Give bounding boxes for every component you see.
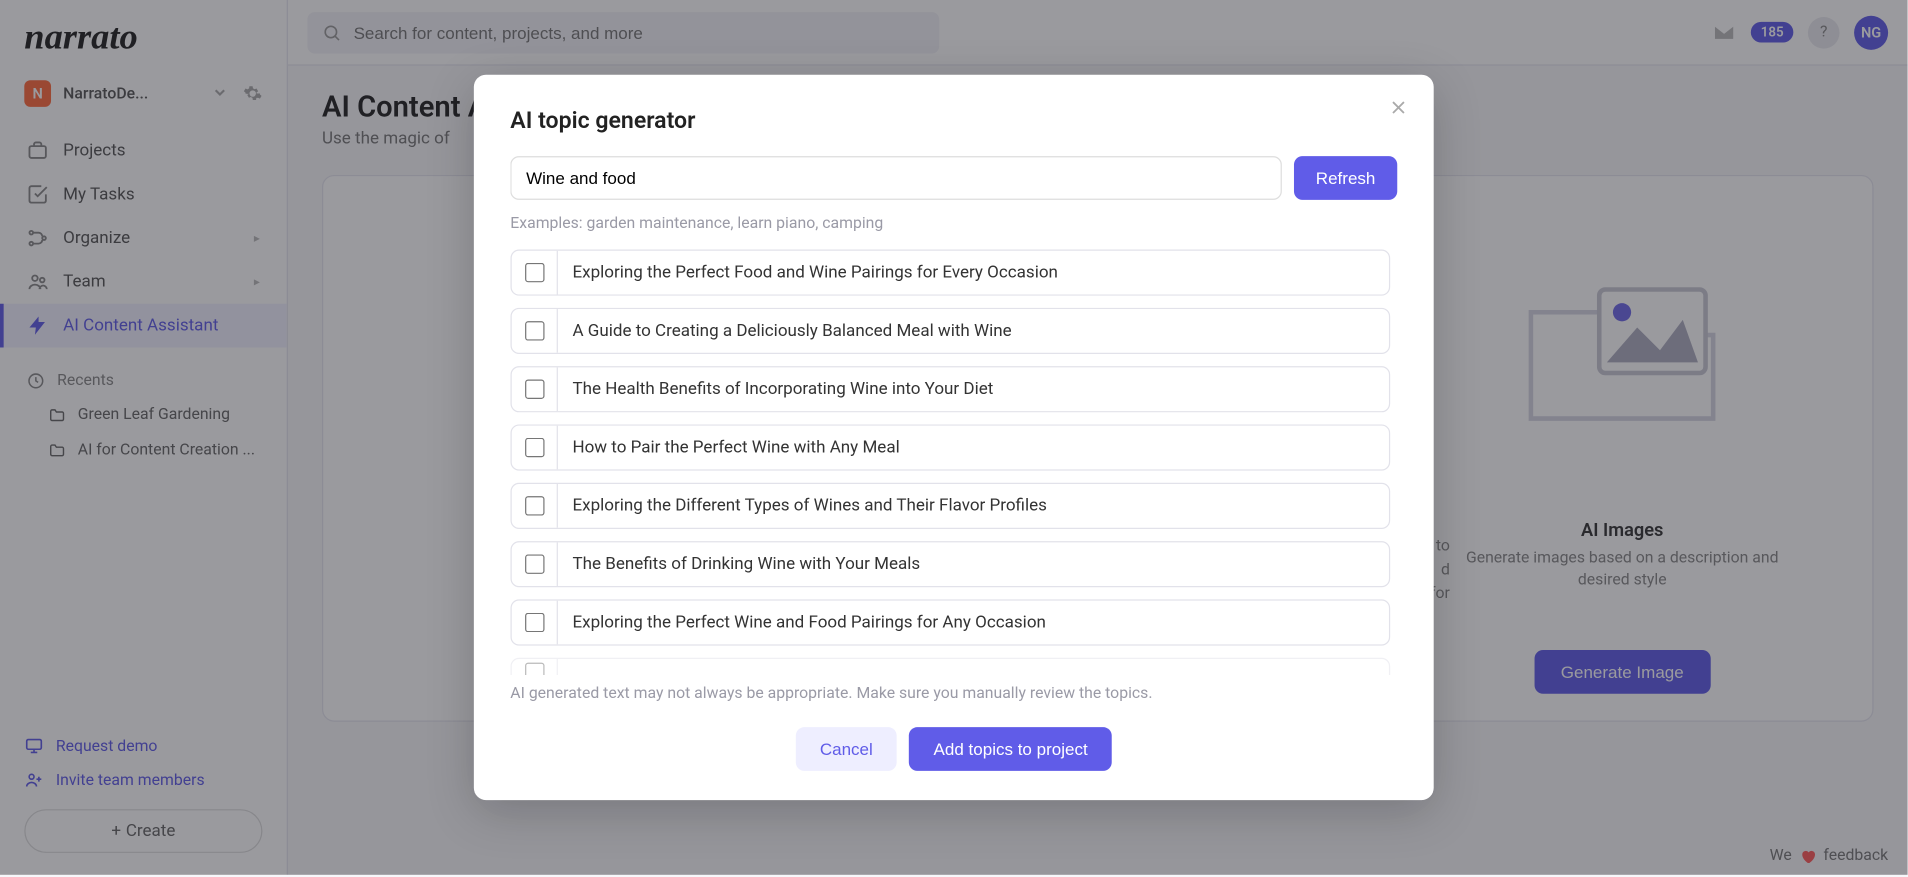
close-icon[interactable] [1383,92,1415,124]
topic-text[interactable]: Exploring the Perfect Wine and Food Pair… [558,601,1389,645]
topic-checkbox[interactable] [525,555,544,574]
topic-checkbox-wrap[interactable] [512,659,558,675]
topic-row: The Health Benefits of Incorporating Win… [510,366,1390,412]
topic-checkbox-wrap[interactable] [512,484,558,528]
topic-row: A Guide to Creating a Deliciously Balanc… [510,308,1390,354]
add-topics-button[interactable]: Add topics to project [909,727,1112,771]
topic-text[interactable] [558,659,1389,675]
topic-text[interactable]: Exploring the Different Types of Wines a… [558,484,1389,528]
refresh-button[interactable]: Refresh [1294,156,1397,200]
topic-checkbox-wrap[interactable] [512,542,558,586]
topic-text[interactable]: The Benefits of Drinking Wine with Your … [558,542,1389,586]
topic-checkbox[interactable] [525,380,544,399]
modal-title: AI topic generator [510,106,1397,134]
topic-checkbox[interactable] [525,263,544,282]
topic-text[interactable]: The Health Benefits of Incorporating Win… [558,368,1389,412]
cancel-button[interactable]: Cancel [796,727,898,771]
topic-checkbox-wrap[interactable] [512,601,558,645]
topic-checkbox-wrap[interactable] [512,426,558,470]
topic-checkbox[interactable] [525,663,544,675]
examples-hint: Examples: garden maintenance, learn pian… [510,214,1397,232]
topic-text[interactable]: Exploring the Perfect Food and Wine Pair… [558,251,1389,295]
topics-list[interactable]: Exploring the Perfect Food and Wine Pair… [510,250,1397,675]
topic-checkbox-wrap[interactable] [512,368,558,412]
topic-checkbox[interactable] [525,321,544,340]
topic-input[interactable] [510,156,1281,200]
topic-checkbox[interactable] [525,496,544,515]
topic-checkbox[interactable] [525,613,544,632]
topic-row: The Benefits of Drinking Wine with Your … [510,541,1390,587]
topic-row: How to Pair the Perfect Wine with Any Me… [510,425,1390,471]
topic-row: Exploring the Different Types of Wines a… [510,483,1390,529]
topic-checkbox-wrap[interactable] [512,251,558,295]
topic-row: Exploring the Perfect Wine and Food Pair… [510,600,1390,646]
topic-row [510,658,1390,675]
modal-actions: Cancel Add topics to project [510,727,1397,771]
topic-row: Exploring the Perfect Food and Wine Pair… [510,250,1390,296]
topic-checkbox-wrap[interactable] [512,309,558,353]
topic-text[interactable]: A Guide to Creating a Deliciously Balanc… [558,309,1389,353]
topic-text[interactable]: How to Pair the Perfect Wine with Any Me… [558,426,1389,470]
disclaimer-text: AI generated text may not always be appr… [510,685,1397,703]
ai-topic-generator-modal: AI topic generator Refresh Examples: gar… [474,75,1434,800]
topic-checkbox[interactable] [525,438,544,457]
